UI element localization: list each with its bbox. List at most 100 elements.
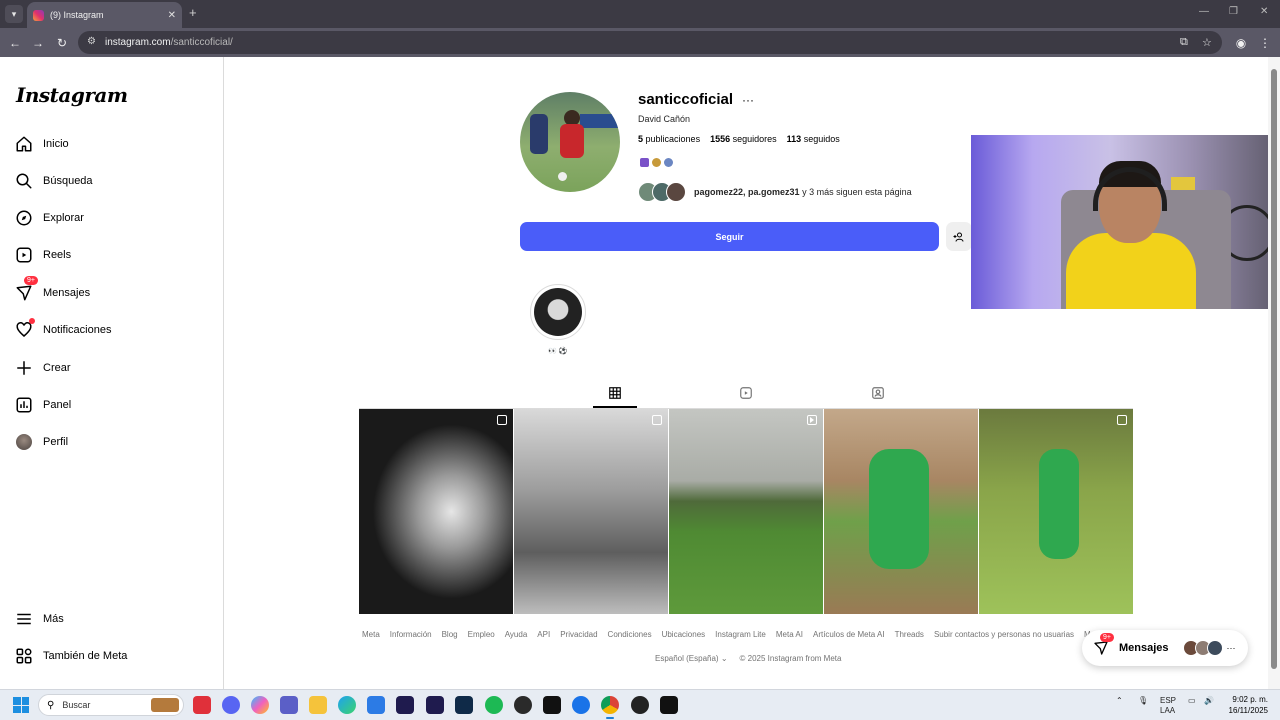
followed-by[interactable]: pagomez22, pa.gomez31 y 3 más siguen est… <box>638 182 912 202</box>
app-icon[interactable] <box>572 696 590 714</box>
xbox-icon[interactable] <box>514 696 532 714</box>
post-thumbnail[interactable] <box>824 409 978 614</box>
sidebar-item-inicio[interactable]: Inicio <box>14 129 214 159</box>
taskbar-search[interactable]: ⚲ Buscar <box>38 694 184 716</box>
sidebar-item-busqueda[interactable]: Búsqueda <box>14 166 214 196</box>
sidebar-item-label: Crear <box>43 362 71 374</box>
display-icon[interactable]: ▭ <box>1188 696 1196 705</box>
browser-menu-icon[interactable]: ⋮ <box>1256 34 1274 52</box>
profile-picture[interactable] <box>520 92 620 192</box>
sidebar-item-mas[interactable]: Más <box>14 604 214 634</box>
input-language[interactable]: ESP LAA <box>1160 696 1176 716</box>
capcut-icon[interactable] <box>543 696 561 714</box>
story-highlight[interactable] <box>530 284 586 340</box>
tiktok-icon[interactable] <box>660 696 678 714</box>
footer-link[interactable]: Artículos de Meta AI <box>813 630 885 639</box>
footer-link[interactable]: Threads <box>895 630 924 639</box>
sidebar-item-notificaciones[interactable]: Notificaciones <box>14 315 214 345</box>
anydesk-icon[interactable] <box>193 696 211 714</box>
volume-icon[interactable]: 🔊 <box>1204 696 1214 705</box>
profile-stats: 5 publicaciones 1556 seguidores 113 segu… <box>638 134 840 144</box>
back-icon[interactable]: ← <box>6 34 24 52</box>
sidebar-item-label: Inicio <box>43 138 69 150</box>
grid-icon <box>609 387 621 399</box>
chrome-icon[interactable] <box>601 696 619 714</box>
footer-link[interactable]: Subir contactos y personas no usuarias <box>934 630 1074 639</box>
install-app-icon[interactable]: ⧉ <box>1180 36 1188 49</box>
language-select[interactable]: Español (España) ⌄ <box>655 654 728 663</box>
tab-close-icon[interactable]: ✕ <box>168 10 176 21</box>
tab-posts[interactable] <box>605 384 625 402</box>
soccer-ball-emoji-icon <box>664 158 673 167</box>
footer-link[interactable]: API <box>537 630 550 639</box>
clock[interactable]: 9:02 p. m. 16/11/2025 <box>1222 694 1268 716</box>
footer-link[interactable]: Meta <box>362 630 380 639</box>
tab-search-menu-icon[interactable]: ▾ <box>5 5 23 23</box>
follow-button[interactable]: Seguir <box>520 222 939 251</box>
page-scrollbar[interactable] <box>1268 57 1280 689</box>
profile-username: santiccoficial <box>638 91 734 108</box>
store-icon[interactable] <box>367 696 385 714</box>
reload-icon[interactable]: ↻ <box>53 34 71 52</box>
post-thumbnail[interactable] <box>359 409 513 614</box>
profile-icon[interactable]: ◉ <box>1232 34 1250 52</box>
sidebar-item-crear[interactable]: Crear <box>14 353 214 383</box>
windows-start-icon[interactable] <box>13 697 29 713</box>
after-effects-icon[interactable] <box>396 696 414 714</box>
followed-by-users[interactable]: pagomez22, pa.gomez31 <box>694 187 800 197</box>
cross-emoji-icon <box>640 158 649 167</box>
sidebar-item-panel[interactable]: Panel <box>14 390 214 420</box>
tab-reels[interactable] <box>736 384 756 402</box>
sidebar-item-explorar[interactable]: Explorar <box>14 203 214 233</box>
window-close-icon[interactable]: ✕ <box>1260 6 1268 17</box>
footer-link[interactable]: Ubicaciones <box>662 630 706 639</box>
spotify-icon[interactable] <box>485 696 503 714</box>
footer-link[interactable]: Información <box>390 630 432 639</box>
suggested-users-button[interactable] <box>946 222 972 251</box>
premiere-icon[interactable] <box>426 696 444 714</box>
bookmark-star-icon[interactable]: ☆ <box>1202 36 1212 49</box>
footer-link[interactable]: Blog <box>442 630 458 639</box>
photoshop-icon[interactable] <box>455 696 473 714</box>
active-app-indicator <box>606 717 614 719</box>
obs-icon[interactable] <box>631 696 649 714</box>
site-info-icon[interactable]: ⚙ <box>87 36 96 47</box>
post-thumbnail[interactable] <box>514 409 668 614</box>
messages-pill[interactable]: 9+ Mensajes ··· <box>1082 630 1248 666</box>
edge-icon[interactable] <box>338 696 356 714</box>
minimize-icon[interactable]: — <box>1199 6 1209 17</box>
sidebar-item-reels[interactable]: Reels <box>14 240 214 270</box>
copilot-icon[interactable] <box>251 696 269 714</box>
sidebar-item-tambien-de-meta[interactable]: También de Meta <box>14 641 214 671</box>
taskbar-search-placeholder: Buscar <box>62 700 91 710</box>
following-stat[interactable]: 113 seguidos <box>787 134 840 144</box>
tray-chevron-icon[interactable]: ⌃ <box>1116 696 1123 705</box>
url-host: instagram.com <box>105 37 171 48</box>
new-tab-icon[interactable]: + <box>189 5 197 20</box>
sidebar-item-perfil[interactable]: Perfil <box>14 427 214 457</box>
teams-icon[interactable] <box>280 696 298 714</box>
maximize-icon[interactable]: ❐ <box>1229 6 1238 17</box>
browser-tab[interactable]: (9) Instagram ✕ <box>27 2 182 28</box>
avatar <box>1206 640 1223 656</box>
more-options-icon[interactable]: ··· <box>742 93 754 107</box>
microphone-icon[interactable]: 🎙 <box>1138 696 1148 705</box>
messenger-icon: 9+ <box>14 276 38 303</box>
footer-link[interactable]: Meta AI <box>776 630 803 639</box>
url-field[interactable]: ⚙ instagram.com/santiccoficial/ ⧉ ☆ <box>78 31 1222 54</box>
footer-link[interactable]: Empleo <box>468 630 495 639</box>
scrollbar-thumb[interactable] <box>1271 69 1277 669</box>
tab-tagged[interactable] <box>868 384 888 402</box>
file-explorer-icon[interactable] <box>309 696 327 714</box>
discord-icon[interactable] <box>222 696 240 714</box>
footer-link[interactable]: Privacidad <box>560 630 597 639</box>
followers-stat[interactable]: 1556 seguidores <box>710 134 777 144</box>
post-thumbnail[interactable] <box>979 409 1133 614</box>
post-thumbnail[interactable] <box>669 409 823 614</box>
sidebar-item-mensajes[interactable]: 9+ Mensajes <box>14 276 214 308</box>
footer-link[interactable]: Condiciones <box>608 630 652 639</box>
forward-icon[interactable]: → <box>29 34 47 52</box>
footer-link[interactable]: Instagram Lite <box>715 630 766 639</box>
footer-link[interactable]: Ayuda <box>505 630 528 639</box>
instagram-logo[interactable]: Instagram <box>16 83 128 107</box>
